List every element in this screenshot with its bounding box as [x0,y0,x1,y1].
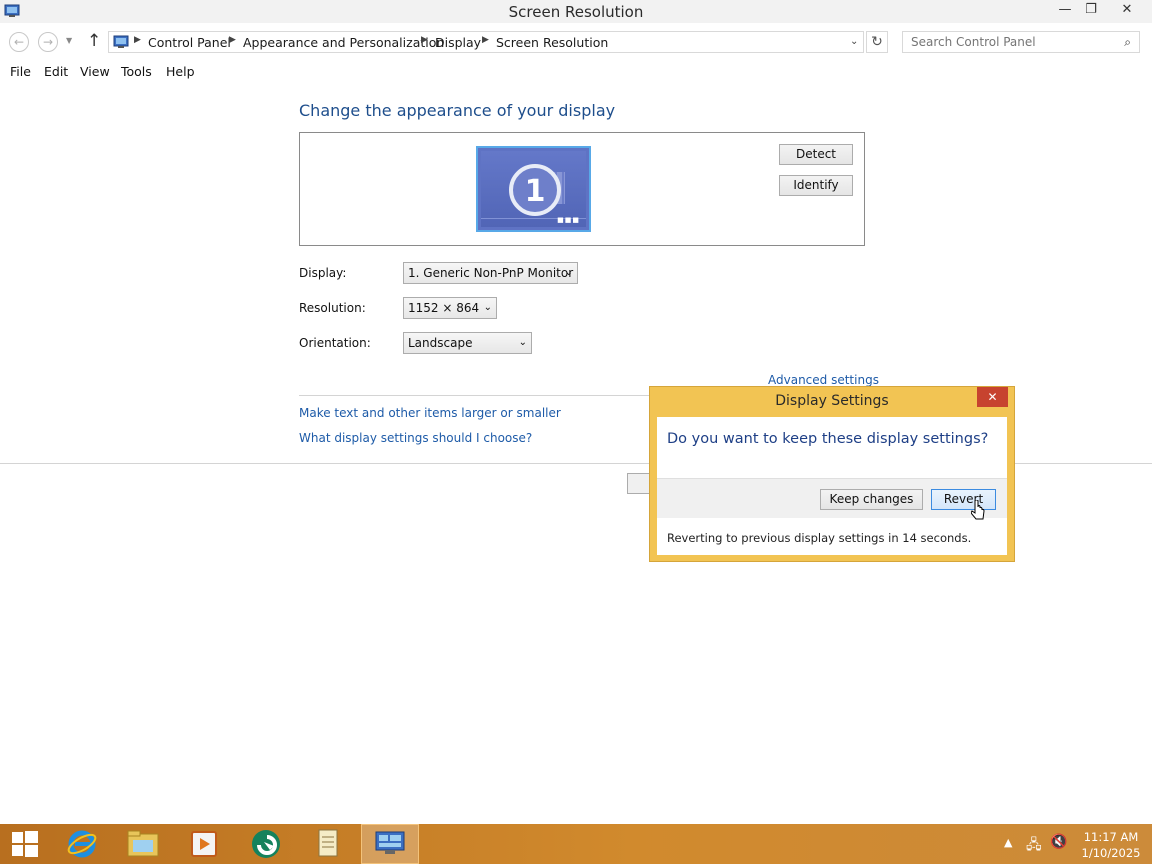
taskbar-file-explorer[interactable] [114,824,172,864]
countdown-text: Reverting to previous display settings i… [667,531,972,545]
file-explorer-icon [127,830,159,857]
orientation-select-value: Landscape [408,336,473,350]
menu-tools[interactable]: Tools [121,64,152,79]
show-hidden-icons-icon[interactable]: ▲ [1004,836,1012,849]
breadcrumb-separator-icon[interactable]: ▶ [421,35,428,45]
taskbar-browser-app[interactable] [237,824,295,864]
breadcrumb-separator-icon[interactable]: ▶ [229,35,236,45]
control-panel-icon [113,35,129,48]
breadcrumb-appearance[interactable]: Appearance and Personalization [243,35,444,50]
control-panel-icon [375,831,405,854]
menu-bar: File Edit View Tools Help [0,61,1152,81]
chevron-down-icon: ⌄ [518,337,527,348]
title-bar: Screen Resolution — ❐ ✕ [0,0,1152,23]
breadcrumb-control-panel[interactable]: Control Panel [148,35,231,50]
taskbar-media-player[interactable] [175,824,233,864]
resolution-label: Resolution: [299,301,366,315]
refresh-icon[interactable]: ↻ [866,31,888,53]
start-button[interactable] [0,824,50,864]
media-player-icon [191,831,217,857]
internet-explorer-icon [67,830,97,858]
breadcrumb-separator-icon[interactable]: ▶ [134,35,141,45]
clock-time: 11:17 AM [1083,830,1139,844]
monitor-number-badge: 1 [509,164,561,216]
monitor-preview-area: 1 ■■■ Detect Identify [299,132,865,246]
display-label: Display: [299,266,347,280]
page-title: Change the appearance of your display [299,101,616,120]
search-box[interactable]: ⌕ [902,31,1140,53]
start-icon [12,831,38,857]
up-arrow-icon[interactable]: ↑ [87,31,101,51]
revert-button[interactable]: Revert [931,489,996,510]
detect-button[interactable]: Detect [779,144,853,165]
section-divider [299,395,649,396]
menu-help[interactable]: Help [166,64,195,79]
dialog-question: Do you want to keep these display settin… [667,431,989,447]
address-bar[interactable]: ▶ Control Panel ▶ Appearance and Persona… [108,31,864,53]
monitor-1-thumbnail[interactable]: 1 ■■■ [476,146,591,232]
system-clock[interactable]: 11:17 AM 1/10/2025 [1078,829,1144,861]
search-icon[interactable]: ⌕ [1124,35,1131,50]
chevron-down-icon: ⌄ [483,302,492,313]
mouse-cursor-icon [971,500,985,520]
breadcrumb-display[interactable]: Display [435,35,481,50]
text-size-link[interactable]: Make text and other items larger or smal… [299,406,561,420]
dialog-close-button[interactable]: ✕ [977,387,1008,407]
taskbar-control-panel[interactable] [361,824,419,864]
footer-divider [1015,463,1152,464]
network-icon[interactable]: 🖧 [1026,834,1042,858]
volume-muted-icon[interactable]: 🔇 [1050,834,1067,850]
breadcrumb-separator-icon[interactable]: ▶ [482,35,489,45]
menu-edit[interactable]: Edit [44,64,68,79]
monitor-tray-decoration: ■■■ [557,216,580,224]
clock-date: 1/10/2025 [1081,846,1141,860]
recent-locations-dropdown-icon[interactable]: ▼ [66,36,72,45]
identify-button[interactable]: Identify [779,175,853,196]
footer-divider [0,463,649,464]
advanced-settings-link[interactable]: Advanced settings [768,373,879,387]
chevron-down-icon: ⌄ [564,267,573,278]
search-input[interactable] [903,32,1113,52]
dialog-title: Display Settings [775,393,889,409]
forward-arrow-icon[interactable]: → [38,32,58,52]
breadcrumb-screen-resolution[interactable]: Screen Resolution [496,35,608,50]
display-settings-dialog: Display Settings ✕ Do you want to keep t… [649,386,1015,562]
resolution-select[interactable]: 1152 × 864 ⌄ [403,297,497,319]
dialog-body: Do you want to keep these display settin… [657,417,1007,555]
close-button[interactable]: ✕ [1104,0,1150,22]
menu-file[interactable]: File [10,64,31,79]
display-select[interactable]: 1. Generic Non-PnP Monitor ⌄ [403,262,578,284]
dialog-button-row: Keep changes Revert [657,478,1007,518]
monitor-number: 1 [524,174,546,209]
window-title: Screen Resolution [508,3,644,21]
notepad-icon [318,829,338,857]
keep-changes-button[interactable]: Keep changes [820,489,923,510]
display-help-link[interactable]: What display settings should I choose? [299,431,532,445]
menu-view[interactable]: View [80,64,110,79]
orientation-label: Orientation: [299,336,371,350]
navigation-bar: ← → ▼ ↑ ▶ Control Panel ▶ Appearance and… [0,23,1152,60]
maximize-button[interactable]: ❐ [1076,0,1106,22]
taskbar: ▲ 🖧 🔇 11:17 AM 1/10/2025 [0,824,1152,864]
display-select-value: 1. Generic Non-PnP Monitor [408,266,574,280]
taskbar-internet-explorer[interactable] [53,824,111,864]
chevron-down-icon[interactable]: ⌄ [850,36,858,47]
browser-app-icon [252,830,280,858]
resolution-select-value: 1152 × 864 [408,301,480,315]
orientation-select[interactable]: Landscape ⌄ [403,332,532,354]
taskbar-notepad[interactable] [299,824,357,864]
back-arrow-icon[interactable]: ← [9,32,29,52]
